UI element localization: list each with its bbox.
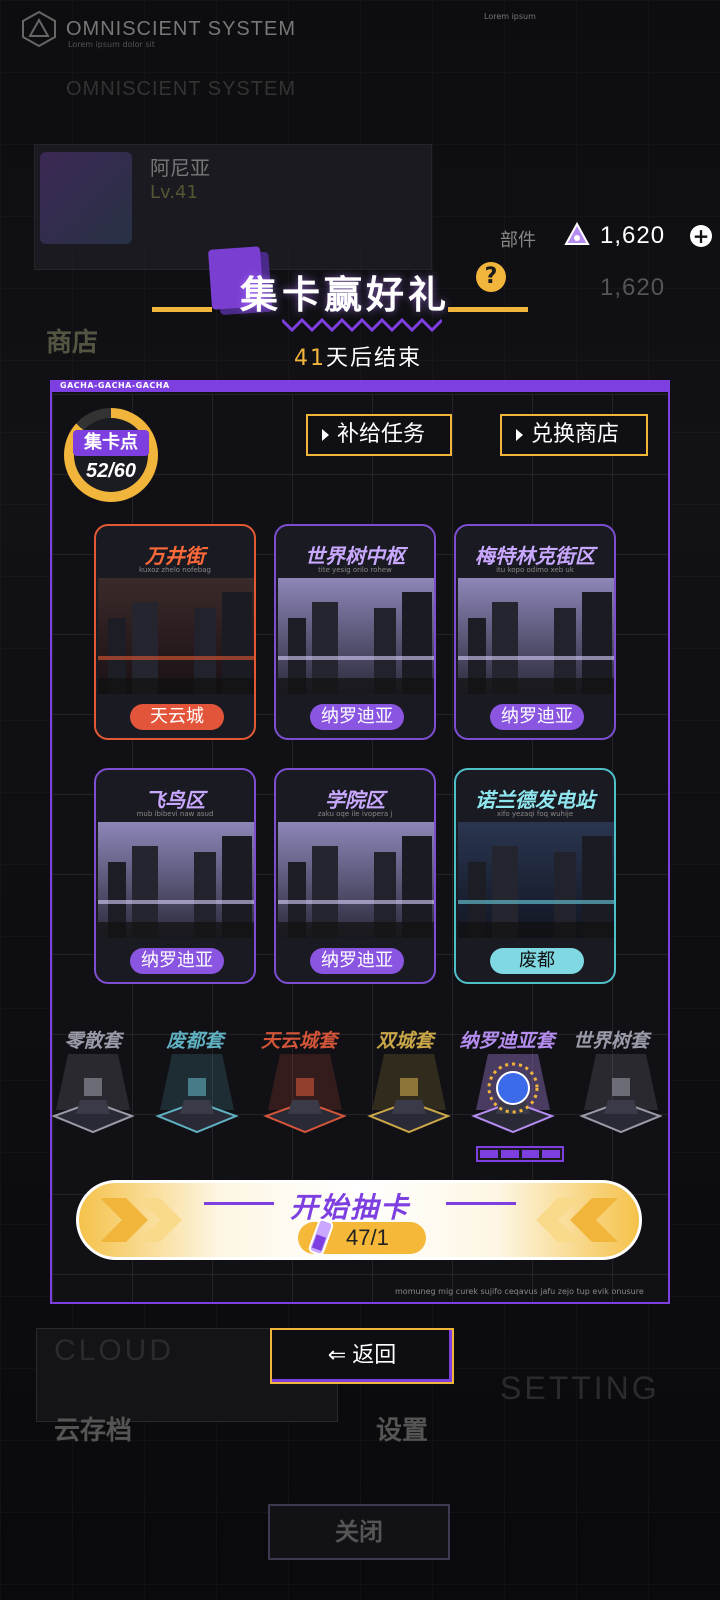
supply-mission-label: 补给任务 (337, 422, 426, 447)
set-progress-bar (476, 1146, 564, 1162)
card-subtitle: zaku oqe ile ivopera j (317, 810, 393, 818)
set-label: 世界树套 (572, 1030, 649, 1052)
avatar (40, 152, 132, 244)
days-suffix: 天后结束 (326, 346, 423, 371)
location-card[interactable]: 飞鸟区 mub ibibevi naw asud 纳罗迪亚 (94, 768, 256, 984)
card-subtitle: xifo yezaqi foq wuhije (496, 810, 574, 818)
location-image (458, 578, 614, 694)
currency-value-ghost: 1,620 (600, 274, 666, 301)
set-platform-icon[interactable] (50, 1050, 136, 1140)
set-platform-icon[interactable] (366, 1050, 452, 1140)
set-label: 双城套 (376, 1030, 434, 1052)
back-label: 返回 (352, 1343, 397, 1368)
setting-label-en: SETTING (500, 1370, 660, 1406)
region-badge: 纳罗迪亚 (130, 948, 224, 974)
parts-label: 部件 (500, 230, 536, 251)
card-title: 诺兰德发电站 (475, 788, 595, 812)
profile-name: 阿尼亚 (150, 156, 210, 180)
cloud-label-cn: 云存档 (54, 1416, 133, 1446)
panel-footer-text: momuneg mig curek sujifo ceqavus jafu ze… (395, 1287, 644, 1296)
shop-label: 商店 (46, 328, 99, 358)
location-image (98, 822, 254, 938)
location-card[interactable]: 世界树中枢 tite yesig orilo rohew 纳罗迪亚 (274, 524, 436, 740)
system-logo-icon (22, 10, 56, 48)
back-arrow-icon: ⇐ (327, 1343, 347, 1368)
event-countdown: 41天后结束 (294, 340, 422, 372)
card-title: 学院区 (325, 788, 385, 812)
points-value: 52/60 (85, 460, 137, 482)
cloud-label-en: CLOUD (54, 1334, 175, 1367)
add-currency-button[interactable]: + (690, 225, 712, 247)
supply-mission-button[interactable]: 补给任务 (306, 414, 452, 456)
draw-line-right (446, 1202, 516, 1205)
zigzag-decoration (282, 318, 442, 332)
card-title: 飞鸟区 (145, 788, 205, 812)
exchange-shop-label: 兑换商店 (531, 422, 620, 447)
chevron-right-decoration (536, 1198, 618, 1242)
region-badge: 纳罗迪亚 (310, 704, 404, 730)
card-subtitle: kuxoz zhelo nofebag (139, 566, 211, 574)
location-image (278, 822, 434, 938)
set-platform-icon[interactable] (154, 1050, 240, 1140)
location-card[interactable]: 学院区 zaku oqe ile ivopera j 纳罗迪亚 (274, 768, 436, 984)
region-badge: 天云城 (130, 704, 224, 730)
set-platform-icon[interactable] (262, 1050, 348, 1140)
top-right-text: Lorem ipsum (484, 12, 536, 21)
card-subtitle: tite yesig orilo rohew (318, 566, 392, 574)
question-icon[interactable]: ? (476, 262, 506, 292)
triangle-gem-icon (564, 222, 590, 245)
setting-label-cn: 设置 (376, 1416, 429, 1446)
region-badge: 废都 (490, 948, 584, 974)
chevron-left-decoration (100, 1198, 182, 1242)
points-label: 集卡点 (73, 430, 149, 456)
system-title-ghost: OMNISCIENT SYSTEM (66, 78, 296, 100)
card-title: 万井街 (145, 544, 205, 568)
card-title: 梅特林克街区 (475, 544, 595, 568)
profile-level: Lv.41 (150, 182, 198, 203)
card-title: 世界树中枢 (305, 544, 405, 568)
draw-line-left (204, 1202, 274, 1205)
back-button[interactable]: ⇐ 返回 (270, 1328, 454, 1384)
location-image (278, 578, 434, 694)
location-card[interactable]: 梅特林克街区 itu kopo odimo xeb uk 纳罗迪亚 (454, 524, 616, 740)
days-left: 41 (294, 346, 326, 371)
set-label: 天云城套 (260, 1030, 337, 1052)
panel-tag: GACHA-GACHA-GACHA (60, 381, 170, 390)
card-subtitle: mub ibibevi naw asud (136, 810, 214, 818)
region-badge: 纳罗迪亚 (310, 948, 404, 974)
set-platform-icon[interactable] (470, 1050, 556, 1140)
region-badge: 纳罗迪亚 (490, 704, 584, 730)
header-decoration-left (152, 307, 212, 312)
ticket-bottle-icon (308, 1218, 334, 1256)
system-subtitle: Lorem ipsum dolor sit (68, 40, 155, 49)
close-button: 关闭 (268, 1504, 450, 1560)
set-label: 零散套 (64, 1030, 122, 1052)
location-card[interactable]: 诺兰德发电站 xifo yezaqi foq wuhije 废都 (454, 768, 616, 984)
set-label: 废都套 (166, 1030, 224, 1052)
set-label: 纳罗迪亚套 (459, 1030, 555, 1052)
location-image (98, 578, 254, 694)
event-title: 集卡赢好礼 (240, 273, 451, 317)
system-title: OMNISCIENT SYSTEM (66, 18, 296, 40)
card-subtitle: itu kopo odimo xeb uk (496, 566, 574, 574)
play-icon (516, 429, 523, 441)
ticket-count: 47/1 (346, 1225, 389, 1250)
play-icon (322, 429, 329, 441)
currency-value: 1,620 (600, 222, 666, 249)
header-decoration-right (448, 307, 528, 312)
exchange-shop-button[interactable]: 兑换商店 (500, 414, 648, 456)
location-image (458, 822, 614, 938)
set-platform-icon[interactable] (578, 1050, 664, 1140)
location-card[interactable]: 万井街 kuxoz zhelo nofebag 天云城 (94, 524, 256, 740)
